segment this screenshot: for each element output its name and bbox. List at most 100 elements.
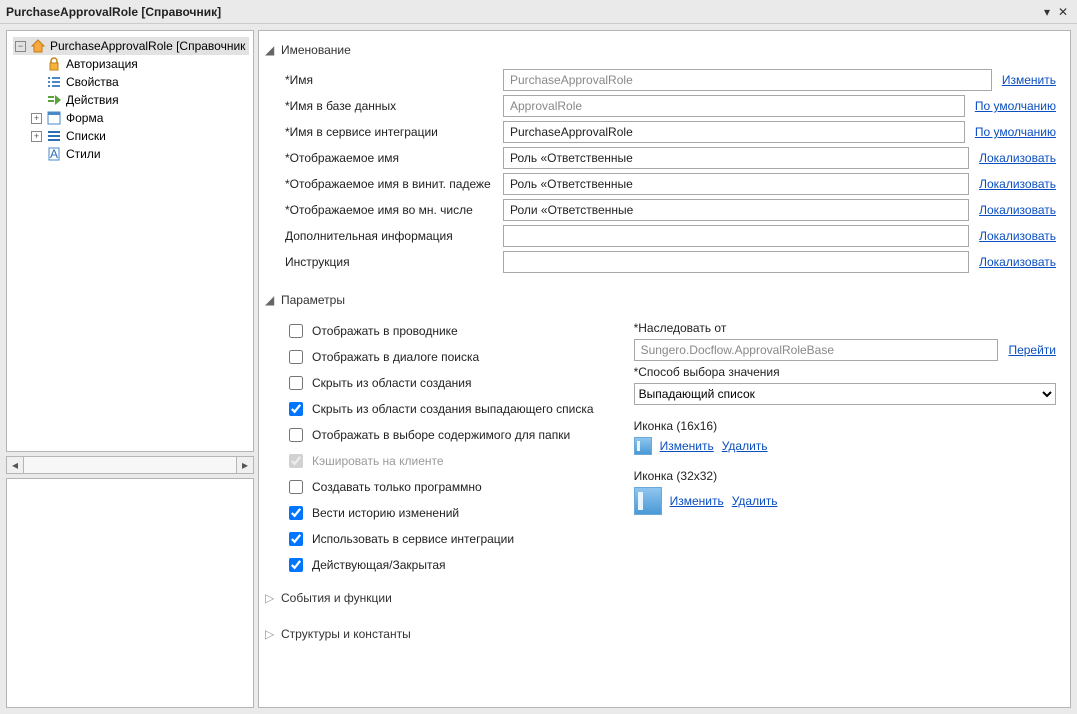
- check-active-closed[interactable]: Действующая/Закрытая: [285, 555, 594, 575]
- left-column: − PurchaseApprovalRole [Справочник: [6, 30, 254, 708]
- servicename-default-link[interactable]: По умолчанию: [975, 125, 1056, 139]
- check-label: Отображать в диалоге поиска: [312, 350, 479, 364]
- close-icon[interactable]: ✕: [1055, 5, 1071, 19]
- display-plural-localize-link[interactable]: Локализовать: [979, 203, 1056, 217]
- section-naming-header[interactable]: ◢ Именование: [265, 39, 1056, 61]
- field-label: Дополнительная информация: [285, 229, 493, 243]
- section-title: События и функции: [281, 591, 392, 605]
- params-checks: Отображать в проводнике Отображать в диа…: [285, 321, 594, 575]
- check-label: Скрыть из области создания: [312, 376, 471, 390]
- tree-item-label: Списки: [66, 129, 106, 143]
- check-hide-dropdown[interactable]: Скрыть из области создания выпадающего с…: [285, 399, 594, 419]
- chevron-down-icon: ◢: [265, 43, 275, 57]
- tree-item-label: Форма: [66, 111, 103, 125]
- lists-icon: [46, 128, 62, 144]
- check-folder-content[interactable]: Отображать в выборе содержимого для папк…: [285, 425, 594, 445]
- tree-root[interactable]: − PurchaseApprovalRole [Справочник: [13, 37, 249, 55]
- dbname-input[interactable]: [503, 95, 965, 117]
- chevron-down-icon: ◢: [265, 293, 275, 307]
- field-label: *Имя в базе данных: [285, 99, 493, 113]
- select-mode-dropdown[interactable]: Выпадающий список: [634, 383, 1056, 405]
- list-icon: [46, 74, 62, 90]
- display-localize-link[interactable]: Локализовать: [979, 151, 1056, 165]
- window-title: PurchaseApprovalRole [Справочник]: [6, 5, 221, 19]
- section-events-header[interactable]: ▷ События и функции: [265, 587, 1056, 609]
- svg-text:A: A: [50, 147, 58, 161]
- inherit-input[interactable]: [634, 339, 999, 361]
- check-label: Вести историю изменений: [312, 506, 459, 520]
- preview-panel: [6, 478, 254, 708]
- inherit-label: *Наследовать от: [634, 321, 1056, 335]
- check-label: Кэшировать на клиенте: [312, 454, 444, 468]
- field-label: *Отображаемое имя во мн. числе: [285, 203, 493, 217]
- section-title: Именование: [281, 43, 351, 57]
- icon16-change-link[interactable]: Изменить: [660, 439, 714, 453]
- tree-item-label: Авторизация: [66, 57, 138, 71]
- check-label: Создавать только программно: [312, 480, 482, 494]
- lock-icon: [46, 56, 62, 72]
- display-acc-localize-link[interactable]: Локализовать: [979, 177, 1056, 191]
- check-label: Отображать в выборе содержимого для папк…: [312, 428, 570, 442]
- name-change-link[interactable]: Изменить: [1002, 73, 1056, 87]
- field-label: *Имя: [285, 73, 493, 87]
- check-explorer[interactable]: Отображать в проводнике: [285, 321, 594, 341]
- tree-item-actions[interactable]: Действия: [29, 91, 249, 109]
- field-label: Инструкция: [285, 255, 493, 269]
- home-icon: [30, 38, 46, 54]
- tree-hscroll[interactable]: ◂ ▸: [6, 456, 254, 474]
- dropdown-icon[interactable]: ▾: [1039, 5, 1055, 19]
- tree: − PurchaseApprovalRole [Справочник: [11, 37, 249, 163]
- dbname-default-link[interactable]: По умолчанию: [975, 99, 1056, 113]
- expander-icon[interactable]: −: [15, 41, 26, 52]
- body: − PurchaseApprovalRole [Справочник: [0, 24, 1077, 714]
- check-label: Использовать в сервисе интеграции: [312, 532, 514, 546]
- tree-item-lists[interactable]: + Списки: [29, 127, 249, 145]
- check-search-dialog[interactable]: Отображать в диалоге поиска: [285, 347, 594, 367]
- section-title: Структуры и константы: [281, 627, 411, 641]
- form-icon: [46, 110, 62, 126]
- servicename-input[interactable]: [503, 121, 965, 143]
- check-history[interactable]: Вести историю изменений: [285, 503, 594, 523]
- tree-item-form[interactable]: + Форма: [29, 109, 249, 127]
- icon16-delete-link[interactable]: Удалить: [722, 439, 768, 453]
- instruction-input[interactable]: [503, 251, 969, 273]
- tree-item-styles[interactable]: A Стили: [29, 145, 249, 163]
- icon32-delete-link[interactable]: Удалить: [732, 494, 778, 508]
- icon-32-preview: [634, 487, 662, 515]
- icon32-label: Иконка (32x32): [634, 469, 1056, 483]
- display-plural-input[interactable]: [503, 199, 969, 221]
- section-params-header[interactable]: ◢ Параметры: [265, 289, 1056, 311]
- check-cache-client: Кэшировать на клиенте: [285, 451, 594, 471]
- select-mode-label: *Способ выбора значения: [634, 365, 1056, 379]
- display-acc-input[interactable]: [503, 173, 969, 195]
- window: PurchaseApprovalRole [Справочник] ▾ ✕ −: [0, 0, 1077, 714]
- icon16-label: Иконка (16x16): [634, 419, 1056, 433]
- tree-item-props[interactable]: Свойства: [29, 73, 249, 91]
- check-integration[interactable]: Использовать в сервисе интеграции: [285, 529, 594, 549]
- tree-item-label: Свойства: [66, 75, 119, 89]
- main-panel: ◢ Именование *Имя Изменить *Имя в базе д…: [258, 30, 1071, 708]
- scroll-track[interactable]: [24, 456, 236, 474]
- check-hide-create[interactable]: Скрыть из области создания: [285, 373, 594, 393]
- extra-localize-link[interactable]: Локализовать: [979, 229, 1056, 243]
- check-program-only[interactable]: Создавать только программно: [285, 477, 594, 497]
- extra-input[interactable]: [503, 225, 969, 247]
- section-params-body: Отображать в проводнике Отображать в диа…: [265, 311, 1056, 587]
- name-input[interactable]: [503, 69, 992, 91]
- check-label: Действующая/Закрытая: [312, 558, 446, 572]
- expander-icon[interactable]: +: [31, 113, 42, 124]
- scroll-left-icon[interactable]: ◂: [6, 456, 24, 474]
- scroll-right-icon[interactable]: ▸: [236, 456, 254, 474]
- display-input[interactable]: [503, 147, 969, 169]
- tree-panel: − PurchaseApprovalRole [Справочник: [6, 30, 254, 452]
- titlebar: PurchaseApprovalRole [Справочник] ▾ ✕: [0, 0, 1077, 24]
- section-structs-header[interactable]: ▷ Структуры и константы: [265, 623, 1056, 645]
- expander-icon[interactable]: +: [31, 131, 42, 142]
- icon-16-preview: [634, 437, 652, 455]
- icon32-change-link[interactable]: Изменить: [670, 494, 724, 508]
- tree-item-auth[interactable]: Авторизация: [29, 55, 249, 73]
- instruction-localize-link[interactable]: Локализовать: [979, 255, 1056, 269]
- inherit-goto-link[interactable]: Перейти: [1008, 343, 1056, 357]
- chevron-right-icon: ▷: [265, 627, 275, 641]
- style-icon: A: [46, 146, 62, 162]
